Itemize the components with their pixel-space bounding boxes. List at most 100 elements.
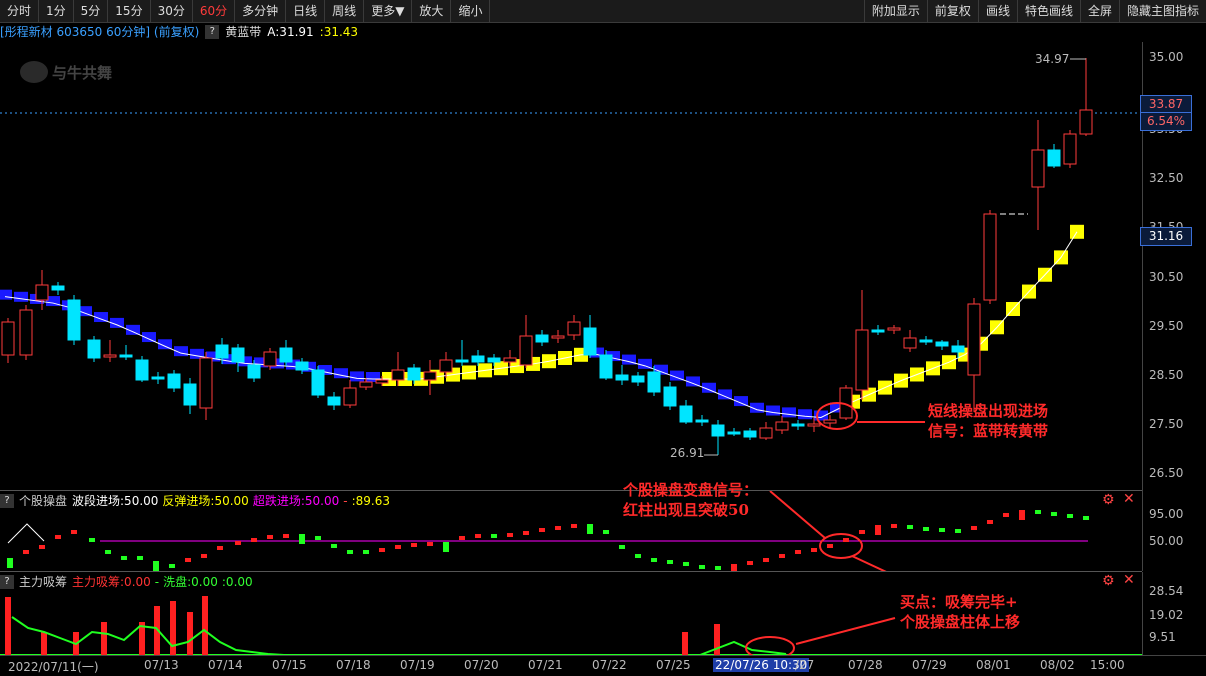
annotation-line: 买点：吸筹完毕+	[900, 593, 1018, 611]
pane2-axis: 95.00 50.00	[1142, 491, 1206, 571]
band-block	[0, 289, 12, 300]
candle-body	[231, 347, 245, 363]
pane2-bar	[217, 546, 223, 550]
band-block	[350, 371, 364, 382]
pane2-bar	[891, 524, 897, 528]
pane2-bar	[1051, 512, 1057, 516]
tool-button-3[interactable]: 特色画线	[1016, 0, 1080, 22]
tool-buttons: 附加显示 前复权 画线 特色画线 全屏 隐藏主图指标	[863, 0, 1206, 22]
period-button-6[interactable]: 多分钟	[235, 0, 287, 22]
time-axis: 2022/07/11(一) 07/13 07/14 07/15 07/18 07/19 07…	[0, 655, 1206, 676]
tool-button-1[interactable]: 前复权	[926, 0, 978, 22]
candle-body	[951, 345, 965, 353]
period-button-1[interactable]: 1分	[39, 0, 74, 22]
pane2-bar	[875, 525, 881, 535]
accumulation-bar	[5, 597, 11, 656]
signal-circle	[819, 533, 863, 559]
pane2-bar	[443, 542, 449, 552]
pane2-bar	[121, 556, 127, 560]
candle-body	[791, 423, 805, 427]
candle-body	[967, 303, 981, 376]
candle-body	[823, 419, 837, 424]
pane2-bar	[907, 525, 913, 529]
accumulation-bar	[202, 596, 208, 656]
period-button-10[interactable]: 放大	[412, 0, 452, 22]
price-tick: 32.50	[1149, 171, 1184, 185]
time-label: 07/13	[144, 658, 179, 672]
annotation-line: 个股操盘柱体上移	[900, 613, 1021, 631]
pane2-bar	[1083, 516, 1089, 520]
candle-body	[775, 421, 789, 431]
accumulation-bar	[170, 601, 176, 656]
candle-body	[647, 371, 661, 393]
pane2-tick: 95.00	[1149, 507, 1184, 521]
candle-body	[919, 339, 933, 343]
candle-body	[983, 213, 997, 301]
annotation-arrow	[795, 617, 896, 645]
change-pct-tag: 6.54%	[1140, 112, 1192, 131]
pane2-bar	[283, 534, 289, 538]
tool-button-2[interactable]: 画线	[977, 0, 1017, 22]
pane2-chart[interactable]	[0, 491, 1142, 571]
time-label: 07/29	[912, 658, 947, 672]
time-label: 07/25	[656, 658, 691, 672]
candle-body	[679, 405, 693, 423]
band-block	[14, 291, 28, 302]
candle-body	[1047, 149, 1061, 167]
pane2-bar	[299, 534, 305, 544]
band-block	[782, 407, 796, 418]
pane2-bar	[89, 538, 95, 542]
annotation-arrow	[851, 555, 887, 571]
pane2-bar	[667, 560, 673, 564]
annotation-line: 个股操盘变盘信号：	[623, 481, 759, 499]
pane2-bar	[363, 550, 369, 554]
pane2-bar	[235, 541, 241, 545]
pane2-bar	[55, 535, 61, 539]
pane2-bar	[1067, 514, 1073, 518]
candle-body	[87, 339, 101, 359]
time-label: 08/02	[1040, 658, 1075, 672]
candle-body	[535, 334, 549, 343]
pane2-bar	[201, 554, 207, 558]
annotation-buy-point: 买点：吸筹完毕+ 个股操盘柱体上移	[900, 592, 1020, 632]
accumulation-bar	[41, 632, 47, 656]
candle-body	[807, 423, 821, 427]
candle-body	[695, 419, 709, 423]
wash-line	[11, 616, 285, 656]
tool-button-5[interactable]: 隐藏主图指标	[1118, 0, 1206, 22]
pane2-bar	[1035, 510, 1041, 514]
time-label: 2022/07/11(一)	[8, 660, 99, 674]
period-button-3[interactable]: 15分	[108, 0, 151, 22]
candle-body	[35, 284, 49, 301]
candle-body	[631, 375, 645, 383]
pane2-bar	[491, 534, 497, 538]
period-button-9[interactable]: 更多▼	[364, 0, 413, 22]
candle-body	[343, 387, 357, 406]
period-button-0[interactable]: 分时	[0, 0, 40, 22]
tool-button-4[interactable]: 全屏	[1079, 0, 1119, 22]
pane2-bar	[71, 530, 77, 534]
period-button-5[interactable]: 60分	[193, 0, 236, 22]
candle-body	[407, 367, 421, 381]
band-line	[4, 231, 1078, 419]
time-label: 07/19	[400, 658, 435, 672]
candle-body	[743, 430, 757, 438]
candle-body	[151, 376, 165, 380]
period-button-2[interactable]: 5分	[74, 0, 109, 22]
pane2-bar	[811, 548, 817, 552]
pane2-bar	[763, 558, 769, 562]
accumulation-bar	[187, 612, 193, 656]
pane2-bar	[459, 536, 465, 540]
pane2-bar	[731, 564, 737, 571]
period-button-7[interactable]: 日线	[286, 0, 326, 22]
pane2-bar	[315, 536, 321, 540]
candle-body	[327, 396, 341, 406]
time-label: 07/18	[336, 658, 371, 672]
time-label: 07/22	[592, 658, 627, 672]
period-button-8[interactable]: 周线	[325, 0, 365, 22]
period-button-4[interactable]: 30分	[151, 0, 193, 22]
pane2-bar	[379, 548, 385, 552]
tool-button-0[interactable]: 附加显示	[863, 0, 927, 22]
pane2-bar	[699, 565, 705, 569]
period-button-11[interactable]: 缩小	[451, 0, 491, 22]
